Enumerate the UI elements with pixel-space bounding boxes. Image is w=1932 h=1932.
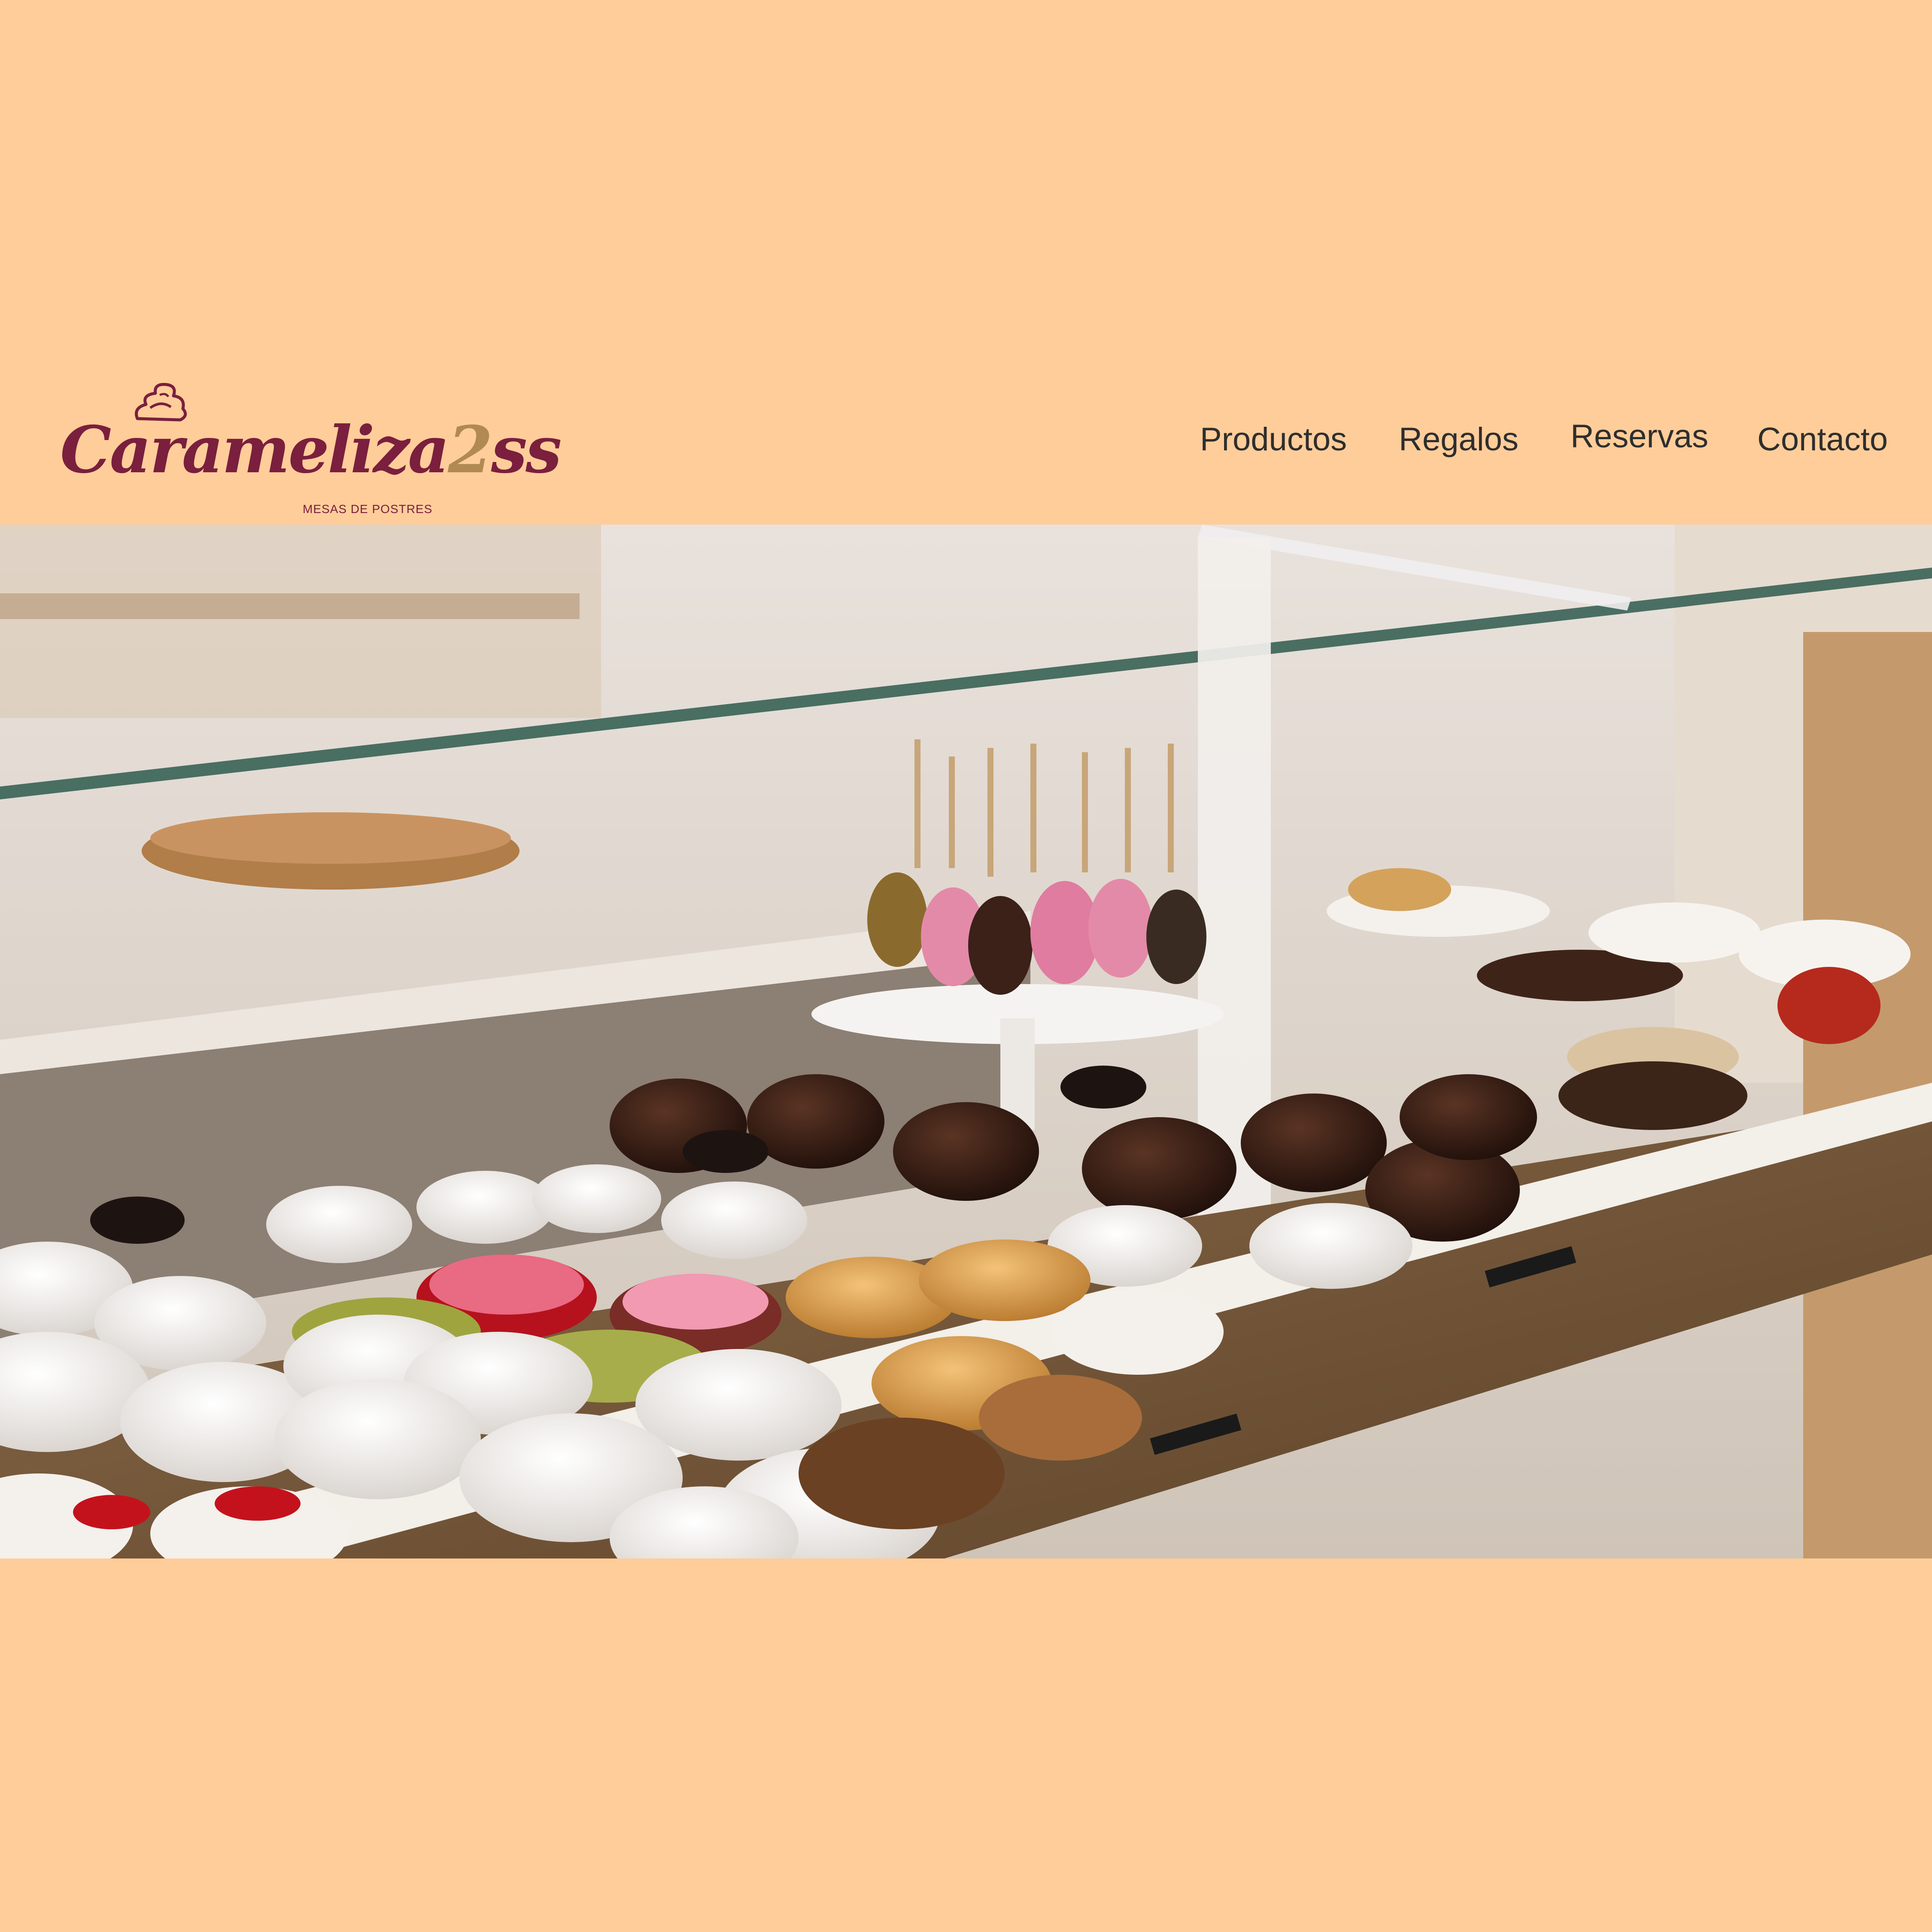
brand-name-main: Carameliza (60, 412, 450, 488)
hero-image (0, 525, 1932, 1558)
brand-tagline: MESAS DE POSTRES (303, 502, 433, 516)
site-header: Carameliza2ss MESAS DE POSTRES Productos… (0, 356, 1932, 524)
brand-name-accent: 2 (448, 412, 492, 488)
brand-logo[interactable]: Carameliza2ss MESAS DE POSTRES (60, 378, 562, 516)
bakery-display-photo (0, 525, 1932, 1558)
brand-name-tail: ss (491, 412, 562, 488)
nav-link-regalos[interactable]: Regalos (1399, 421, 1519, 458)
brand-wordmark: Carameliza2ss (60, 412, 562, 488)
nav-link-reservas[interactable]: Reservas (1571, 418, 1708, 455)
nav-link-contacto[interactable]: Contacto (1757, 421, 1888, 458)
nav-link-productos[interactable]: Productos (1200, 421, 1347, 458)
